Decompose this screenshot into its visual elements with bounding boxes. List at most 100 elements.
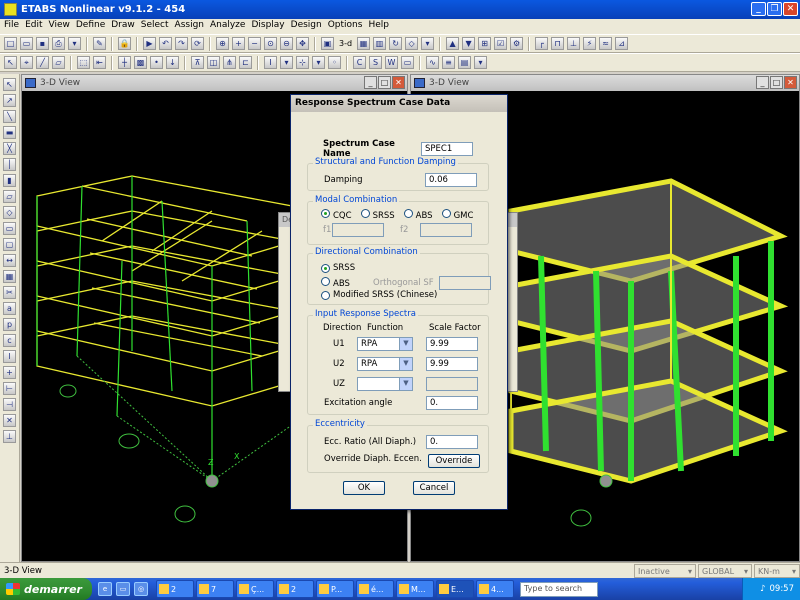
task-folder[interactable]: 2 — [156, 580, 194, 598]
area-draw-icon[interactable]: ◇ — [3, 206, 16, 219]
display-options-icon[interactable]: ⚙ — [510, 37, 524, 50]
zoom-full-icon[interactable]: ⊙ — [264, 37, 277, 50]
menu-assign[interactable]: Assign — [175, 19, 210, 34]
right-pane-maximize-button[interactable]: □ — [770, 76, 783, 89]
abs-radio[interactable]: ABS — [403, 209, 433, 221]
section-cut-icon[interactable]: ✂ — [3, 286, 16, 299]
mode-shape-icon[interactable]: ∿ — [426, 56, 439, 69]
u1-function-select[interactable]: RPA ▼ — [357, 337, 413, 351]
menu-draw[interactable]: Draw — [111, 19, 141, 34]
override-button[interactable]: Override — [428, 454, 480, 468]
open-icon[interactable]: ▭ — [20, 37, 33, 50]
floor-draw-icon[interactable]: ▱ — [3, 190, 16, 203]
menu-display[interactable]: Display — [251, 19, 290, 34]
task-other[interactable]: 4... — [476, 580, 514, 598]
speaker-icon[interactable]: ♪ — [760, 584, 765, 594]
reshape-icon[interactable]: ⌖ — [20, 56, 33, 69]
assign-joint-icon[interactable]: • — [150, 56, 163, 69]
opening-draw-icon[interactable]: ▢ — [3, 238, 16, 251]
u2-scale-input[interactable]: 9.99 — [426, 357, 478, 371]
edit-pencil-icon[interactable]: ✎ — [93, 37, 106, 50]
ecc-ratio-input[interactable]: 0. — [426, 435, 478, 449]
show-forces-icon[interactable]: ⊿ — [615, 37, 629, 50]
right-pane-minimize-button[interactable]: _ — [756, 76, 769, 89]
dir-srss-radio[interactable]: SRSS — [321, 263, 355, 273]
zoom-in-icon[interactable]: + — [232, 37, 245, 50]
select-previous-icon[interactable]: ⇤ — [93, 56, 106, 69]
menu-define[interactable]: Define — [76, 19, 111, 34]
gmc-radio[interactable]: GMC — [441, 209, 473, 221]
table-icon[interactable]: ▤ — [458, 56, 471, 69]
composite-design-icon[interactable]: ▭ — [401, 56, 414, 69]
clear-selection-icon[interactable]: c — [3, 334, 16, 347]
menu-analyze[interactable]: Analyze — [210, 19, 251, 34]
zoom-out-icon[interactable]: − — [248, 37, 261, 50]
run-analysis-icon[interactable]: ▶ — [143, 37, 156, 50]
dimension-line-icon[interactable]: ↔ — [3, 254, 16, 267]
menu-options[interactable]: Options — [328, 19, 369, 34]
wall-draw-icon[interactable]: ▮ — [3, 174, 16, 187]
menu-design[interactable]: Design — [291, 19, 328, 34]
table-options-icon[interactable]: ▾ — [474, 56, 487, 69]
save-icon[interactable]: ▪ — [36, 37, 49, 50]
wall-design-icon[interactable]: W — [385, 56, 398, 69]
undo-icon[interactable]: ↶ — [159, 37, 172, 50]
spandrel-icon[interactable]: ⊏ — [239, 56, 252, 69]
line-draw-icon[interactable]: ╲ — [3, 110, 16, 123]
case-name-input[interactable]: SPEC1 — [421, 142, 473, 156]
desktop-icon[interactable]: ▭ — [116, 582, 130, 596]
menu-select[interactable]: Select — [141, 19, 175, 34]
new-model-icon[interactable]: □ — [4, 37, 17, 50]
draw-line-icon[interactable]: ╱ — [36, 56, 49, 69]
pan-icon[interactable]: ✥ — [296, 37, 309, 50]
assign-shell-icon[interactable]: ▩ — [134, 56, 147, 69]
snap-perpendicular-icon[interactable]: ⊥ — [3, 430, 16, 443]
lock-icon[interactable]: 🔒 — [118, 37, 131, 50]
menu-edit[interactable]: Edit — [25, 19, 48, 34]
menu-view[interactable]: View — [49, 19, 76, 34]
status-field-units[interactable]: KN-m ▾ — [754, 564, 800, 578]
perspective-icon[interactable]: ◇ — [405, 37, 419, 50]
menu-help[interactable]: Help — [368, 19, 395, 34]
select-all-icon[interactable]: ⬚ — [77, 56, 90, 69]
restore-button[interactable]: ❐ — [767, 2, 782, 16]
column-draw-icon[interactable]: │ — [3, 158, 16, 171]
select-all-side-icon[interactable]: a — [3, 302, 16, 315]
task-browser[interactable]: 7 — [196, 580, 234, 598]
assign-frame-icon[interactable]: ┼ — [118, 56, 131, 69]
assign-load-icon[interactable]: ↓ — [166, 56, 179, 69]
intersect-line-icon[interactable]: l — [3, 350, 16, 363]
taskbar-search-input[interactable]: Type to search — [520, 581, 598, 597]
u2-function-select[interactable]: RPA ▼ — [357, 357, 413, 371]
move-up-icon[interactable]: ▲ — [446, 37, 460, 50]
media-icon[interactable]: ◎ — [134, 582, 148, 596]
axes-options-icon[interactable]: ▾ — [312, 56, 325, 69]
restraint-icon[interactable]: ⊼ — [191, 56, 204, 69]
beam-draw-icon[interactable]: ▬ — [3, 126, 16, 139]
story-response-icon[interactable]: ≡ — [442, 56, 455, 69]
start-button[interactable]: demarrer — [0, 578, 92, 600]
object-shrink-icon[interactable]: ⊞ — [478, 37, 492, 50]
task-excel[interactable]: M... — [396, 580, 434, 598]
zoom-window-icon[interactable]: ⊕ — [216, 37, 229, 50]
u1-scale-input[interactable]: 9.99 — [426, 337, 478, 351]
excitation-angle-input[interactable]: 0. — [426, 396, 478, 410]
rotate-icon[interactable]: ↻ — [389, 37, 403, 50]
task-ie[interactable]: 2 — [276, 580, 314, 598]
zoom-previous-icon[interactable]: ⊖ — [280, 37, 293, 50]
refresh-icon[interactable]: ⟳ — [191, 37, 204, 50]
menu-file[interactable]: File — [4, 19, 25, 34]
show-deformed-icon[interactable]: ≈ — [599, 37, 613, 50]
diaphragm-icon[interactable]: ◫ — [207, 56, 220, 69]
task-doc[interactable]: P... — [316, 580, 354, 598]
redo-icon[interactable]: ↷ — [175, 37, 188, 50]
grid-icon[interactable]: ▦ — [3, 270, 16, 283]
ok-button[interactable]: OK — [343, 481, 385, 495]
damping-input[interactable]: 0.06 — [425, 173, 477, 187]
snap-intersect-icon[interactable]: ✕ — [3, 414, 16, 427]
insertion-point-icon[interactable]: I — [264, 56, 277, 69]
view-3d-icon[interactable]: ▣ — [321, 37, 334, 50]
dir-modified-srss-radio[interactable]: Modified SRSS (Chinese) — [321, 290, 437, 300]
view-options-icon[interactable]: ▾ — [421, 37, 435, 50]
frame-section-icon[interactable]: ┌ — [535, 37, 549, 50]
